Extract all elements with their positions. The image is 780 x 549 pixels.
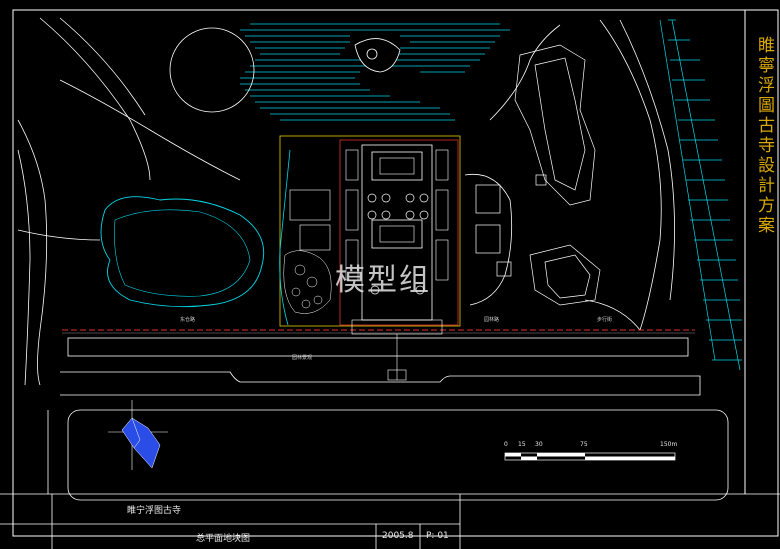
round-plaza [169, 27, 255, 113]
scale-tick-0: 0 [504, 441, 508, 448]
garden-stream [279, 149, 291, 326]
west-pond [100, 196, 265, 308]
project-name: 睢宁浮图古寺 [127, 506, 182, 516]
main-road-lower [60, 371, 701, 396]
east-buildings [475, 44, 601, 306]
drawing-date: 2005.8 [382, 531, 414, 541]
scale-bar [504, 452, 676, 461]
vertical-project-title: 睢寧浮圖古寺設計方案 [754, 36, 774, 236]
south-label: 园林景观 [292, 355, 313, 361]
west-pond-inner [114, 209, 251, 297]
road-label-west: 东仓路 [180, 317, 196, 323]
east-hatching [659, 19, 742, 371]
road-label-mid: 园林路 [484, 317, 500, 323]
south-road [67, 409, 729, 501]
main-road-upper [67, 337, 689, 357]
garden-west [283, 250, 332, 314]
pond-island [354, 38, 401, 73]
scale-tick-150: 150m [660, 441, 678, 448]
north-arrow [108, 400, 168, 470]
road-label-east: 步行街 [597, 317, 613, 323]
drawing-name: 总平面地块图 [196, 534, 251, 544]
watermark-text: 模型组 [335, 263, 431, 298]
scale-tick-30: 30 [535, 441, 543, 448]
scale-tick-15: 15 [518, 441, 526, 448]
scale-tick-75: 75 [580, 441, 588, 448]
page-number: P: 01 [426, 531, 449, 541]
